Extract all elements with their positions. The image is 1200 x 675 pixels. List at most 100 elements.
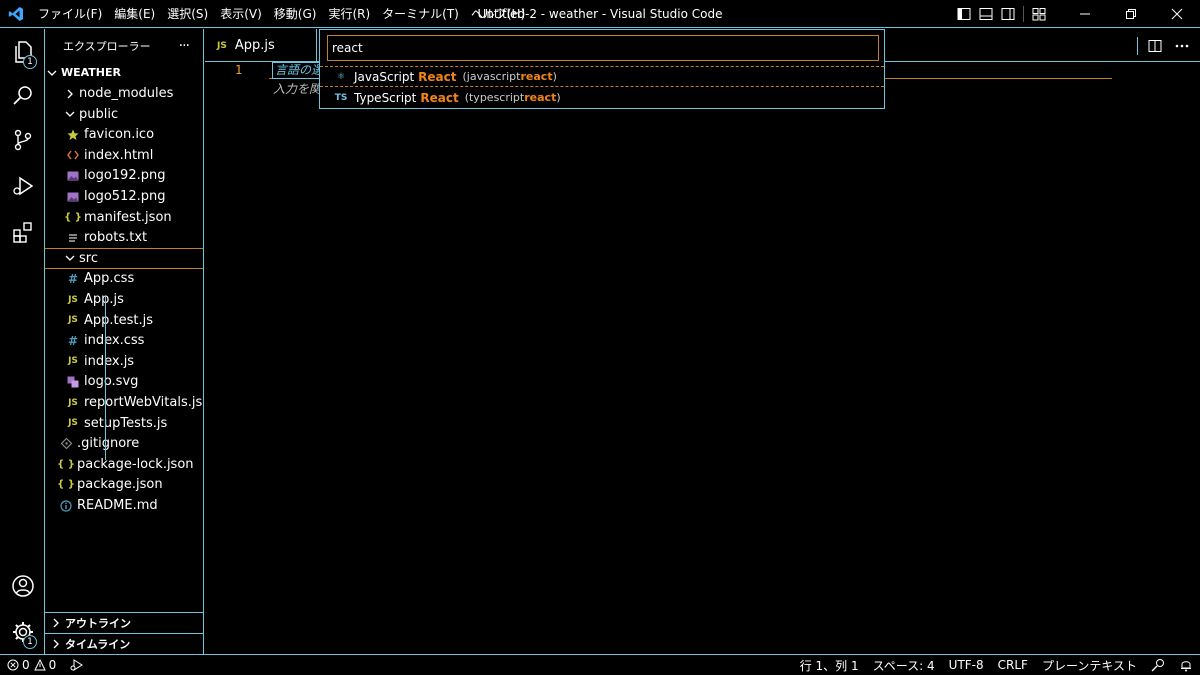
menu-item-4[interactable]: 移動(G): [268, 0, 323, 28]
tree-item-label: public: [79, 106, 119, 122]
chevron-down-icon: [45, 68, 59, 78]
explorer-sidebar: エクスプローラー ··· WEATHER node_modules public f…: [45, 29, 204, 654]
tree-item-public[interactable]: public: [45, 104, 203, 125]
tree-item-label: index.css: [84, 333, 145, 349]
editor-hint-line-1[interactable]: 言語の選: [272, 62, 327, 79]
language-mode-quick-pick: react ⚛ JavaScript React (javascriptreact) T…: [319, 29, 885, 109]
js-icon: JS: [68, 418, 78, 429]
typescript-icon: TS: [334, 92, 348, 103]
tree-item-app-js[interactable]: JS App.js: [45, 289, 203, 310]
tree-item-label: index.html: [84, 147, 154, 163]
tree-item-logo-svg[interactable]: logo.svg: [45, 371, 203, 392]
run-debug-icon[interactable]: [0, 163, 45, 209]
text-icon: [66, 233, 80, 243]
tree-item-label: reportWebVitals.js: [84, 395, 203, 410]
tree-item-label: package-lock.json: [77, 456, 194, 472]
quick-pick-input[interactable]: react: [327, 35, 879, 61]
json-icon: { }: [57, 479, 75, 491]
search-icon[interactable]: [0, 73, 45, 119]
editor-hint-line-2: 入力を関: [273, 82, 322, 96]
tree-item-app-css[interactable]: # App.css: [45, 268, 203, 289]
tree-item-index-html[interactable]: index.html: [45, 145, 203, 166]
encoding-status[interactable]: UTF-8: [942, 658, 991, 672]
menu-item-0[interactable]: ファイル(F): [32, 0, 108, 28]
language-id-match: react: [524, 91, 557, 104]
tree-item-index-js[interactable]: JS index.js: [45, 351, 203, 372]
menu-item-1[interactable]: 編集(E): [108, 0, 161, 28]
warning-icon: [33, 659, 46, 671]
editor-area[interactable]: 1 言語の選 入力を関: [205, 62, 1200, 654]
error-count: 0: [22, 658, 30, 672]
quick-pick-item[interactable]: TS TypeScript React (typescriptreact): [320, 87, 884, 108]
tree-item-label: favicon.ico: [84, 127, 155, 143]
tree-item-index-css[interactable]: # index.css: [45, 330, 203, 351]
tree-item-readme-md[interactable]: README.md: [45, 495, 203, 516]
warning-count: 0: [48, 658, 57, 672]
timeline-section[interactable]: タイムライン: [45, 633, 203, 654]
menu-item-3[interactable]: 表示(V): [214, 0, 268, 28]
workspace-root-folder[interactable]: WEATHER: [45, 62, 203, 83]
tree-item-node-modules[interactable]: node_modules: [45, 83, 203, 104]
tree-item-package-json[interactable]: { } package.json: [45, 474, 203, 495]
cursor-position[interactable]: 行 1、列 1: [793, 657, 866, 674]
tree-item-favicon-ico[interactable]: favicon.ico: [45, 124, 203, 145]
js-icon: JS: [68, 356, 78, 367]
settings-gear-icon[interactable]: 1: [0, 609, 45, 655]
minimize-icon[interactable]: [1062, 0, 1108, 28]
css-icon: #: [67, 333, 79, 348]
tree-item-app-test-js[interactable]: JS App.test.js: [45, 310, 203, 331]
tree-item-src[interactable]: src: [45, 247, 203, 269]
tab-app-js[interactable]: JS App.js: [205, 29, 317, 62]
toggle-secondary-sidebar-icon[interactable]: [997, 0, 1019, 28]
indentation-status[interactable]: スペース: 4: [866, 657, 942, 674]
customize-layout-icon[interactable]: [1028, 0, 1050, 28]
eol-status[interactable]: CRLF: [991, 658, 1035, 672]
html-icon: [66, 150, 80, 160]
explorer-icon[interactable]: 1: [0, 29, 45, 75]
quick-pick-item[interactable]: ⚛ JavaScript React (javascriptreact): [320, 66, 884, 87]
language-id-prefix: (javascript: [462, 70, 521, 83]
image-icon: [66, 191, 80, 203]
react-icon: ⚛: [336, 71, 346, 82]
restore-icon[interactable]: [1108, 0, 1154, 28]
toggle-panel-icon[interactable]: [975, 0, 997, 28]
tree-item-reportwebvitals-js[interactable]: JS reportWebVitals.js: [45, 392, 203, 413]
notifications-bell-icon[interactable]: [1172, 658, 1200, 672]
tree-item-logo192-png[interactable]: logo192.png: [45, 165, 203, 186]
toggle-primary-sidebar-icon[interactable]: [953, 0, 975, 28]
outline-label: アウトライン: [65, 617, 131, 630]
tree-item-gitignore[interactable]: .gitignore: [45, 433, 203, 454]
tree-item-label: index.js: [84, 353, 135, 369]
tree-item-label: logo512.png: [84, 189, 166, 204]
language-id: (javascriptreact): [462, 70, 556, 83]
account-icon[interactable]: [0, 563, 45, 609]
tree-item-package-lock-json[interactable]: { } package-lock.json: [45, 454, 203, 475]
menu-item-6[interactable]: ターミナル(T): [376, 0, 465, 28]
problems-status[interactable]: 0 0: [0, 658, 63, 672]
outline-section[interactable]: アウトライン: [45, 612, 203, 633]
language-mode-status[interactable]: プレーンテキスト: [1035, 657, 1144, 674]
menu-item-2[interactable]: 選択(S): [161, 0, 214, 28]
more-actions-icon[interactable]: [1170, 29, 1194, 62]
menu-item-7[interactable]: ヘルプ(H): [465, 0, 531, 28]
tree-item-setuptests-js[interactable]: JS setupTests.js: [45, 413, 203, 434]
source-control-icon[interactable]: [0, 117, 45, 163]
menu-item-5[interactable]: 実行(R): [322, 0, 376, 28]
tree-item-manifest-json[interactable]: { } manifest.json: [45, 207, 203, 228]
error-icon: [7, 659, 19, 671]
language-name: TypeScript: [354, 90, 417, 105]
line-number: 1: [235, 63, 243, 77]
js-icon: JS: [68, 315, 78, 326]
extensions-icon[interactable]: [0, 209, 45, 255]
feedback-icon[interactable]: [1144, 658, 1172, 672]
language-id-prefix: (typescript: [464, 91, 525, 104]
run-status-icon[interactable]: [63, 659, 91, 671]
views-more-button[interactable]: ···: [179, 38, 190, 54]
js-file-icon: JS: [217, 40, 227, 51]
tree-item-robots-txt[interactable]: robots.txt: [45, 227, 203, 248]
json-icon: { }: [64, 211, 82, 223]
close-icon[interactable]: [1154, 0, 1200, 28]
tree-item-logo512-png[interactable]: logo512.png: [45, 186, 203, 207]
chevron-right-icon: [49, 639, 63, 649]
split-editor-icon[interactable]: [1143, 29, 1167, 62]
